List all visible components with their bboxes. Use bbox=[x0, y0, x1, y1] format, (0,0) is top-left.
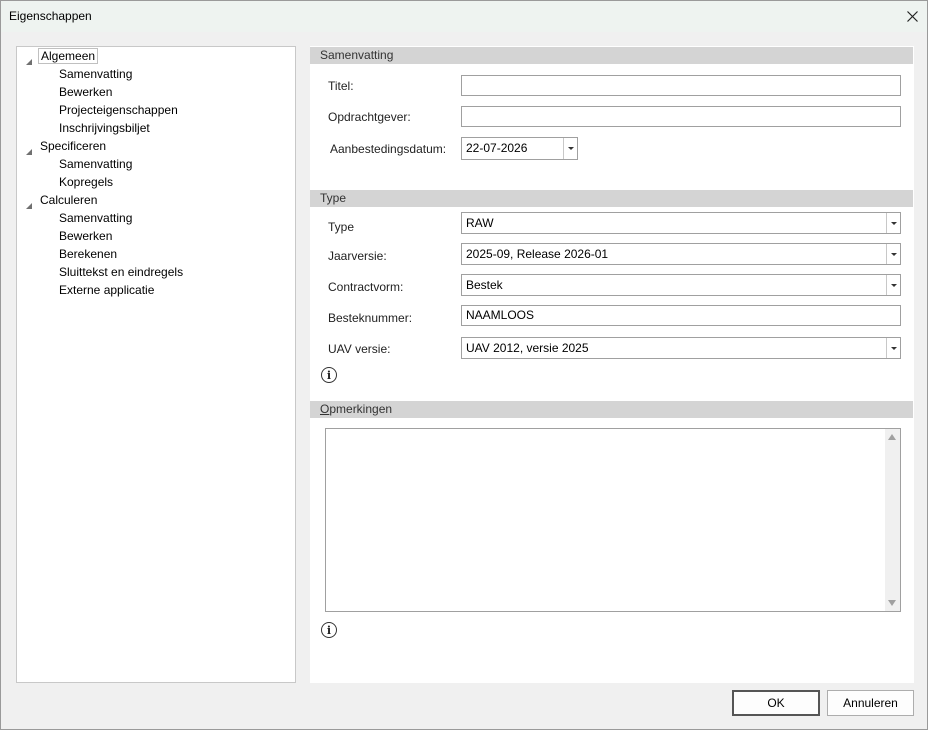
info-icon[interactable]: i bbox=[321, 622, 337, 638]
tree-item-bewerken[interactable]: Bewerken bbox=[59, 228, 112, 244]
type-label: Type bbox=[328, 220, 355, 234]
type-select[interactable]: RAW bbox=[461, 212, 901, 234]
close-button[interactable] bbox=[897, 1, 927, 32]
collapse-triangle-icon[interactable] bbox=[26, 203, 32, 209]
tree-item-externe-applicatie[interactable]: Externe applicatie bbox=[59, 282, 154, 298]
contractvorm-value: Bestek bbox=[466, 278, 503, 292]
tree-item-projecteigenschappen[interactable]: Projecteigenschappen bbox=[59, 102, 178, 118]
besteknummer-input[interactable]: NAAMLOOS bbox=[461, 305, 901, 326]
collapse-triangle-icon[interactable] bbox=[26, 59, 32, 65]
titel-label: Titel: bbox=[328, 79, 354, 93]
vertical-scrollbar[interactable] bbox=[885, 429, 900, 611]
collapse-triangle-icon[interactable] bbox=[26, 149, 32, 155]
navigation-tree: Algemeen Samenvatting Bewerken Projectei… bbox=[16, 46, 296, 683]
contractvorm-select[interactable]: Bestek bbox=[461, 274, 901, 296]
uav-versie-value: UAV 2012, versie 2025 bbox=[466, 341, 589, 355]
uav-versie-label: UAV versie: bbox=[328, 342, 391, 356]
opdrachtgever-input[interactable] bbox=[461, 106, 901, 127]
opdrachtgever-label: Opdrachtgever: bbox=[328, 110, 411, 124]
opmerkingen-textarea[interactable] bbox=[325, 428, 901, 612]
aanbestedingsdatum-picker[interactable]: 22-07-2026 bbox=[461, 137, 578, 160]
tree-node-algemeen[interactable]: Algemeen bbox=[38, 48, 99, 64]
section-header-samenvatting: Samenvatting bbox=[310, 47, 913, 64]
tree-item-samenvatting[interactable]: Samenvatting bbox=[59, 210, 132, 226]
dropdown-arrow-icon[interactable] bbox=[886, 275, 900, 295]
tree-item-sluittekst[interactable]: Sluittekst en eindregels bbox=[59, 264, 183, 280]
section-header-opmerkingen: Opmerkingen bbox=[310, 401, 913, 418]
tree-node-label: Algemeen bbox=[38, 48, 99, 64]
tree-item-bewerken[interactable]: Bewerken bbox=[59, 84, 112, 100]
dropdown-arrow-icon[interactable] bbox=[886, 213, 900, 233]
dropdown-arrow-icon[interactable] bbox=[886, 244, 900, 264]
scroll-up-icon[interactable] bbox=[888, 434, 896, 440]
tree-item-samenvatting[interactable]: Samenvatting bbox=[59, 156, 132, 172]
tree-node-calculeren[interactable]: Calculeren bbox=[40, 192, 97, 208]
tree-item-samenvatting[interactable]: Samenvatting bbox=[59, 66, 132, 82]
close-icon bbox=[906, 11, 918, 22]
ok-button[interactable]: OK bbox=[732, 690, 820, 716]
type-value: RAW bbox=[466, 216, 494, 230]
section-header-type: Type bbox=[310, 190, 913, 207]
properties-content: Samenvatting Titel: Opdrachtgever: Aanbe… bbox=[310, 46, 914, 683]
uav-versie-select[interactable]: UAV 2012, versie 2025 bbox=[461, 337, 901, 359]
properties-dialog: Eigenschappen Algemeen Samenvatting Bewe… bbox=[0, 0, 928, 730]
titel-input[interactable] bbox=[461, 75, 901, 96]
jaarversie-select[interactable]: 2025-09, Release 2026-01 bbox=[461, 243, 901, 265]
tree-item-kopregels[interactable]: Kopregels bbox=[59, 174, 113, 190]
dropdown-arrow-icon[interactable] bbox=[886, 338, 900, 358]
window-title: Eigenschappen bbox=[9, 9, 92, 23]
contractvorm-label: Contractvorm: bbox=[328, 280, 404, 294]
cancel-button[interactable]: Annuleren bbox=[827, 690, 914, 716]
tree-item-inschrijvingsbiljet[interactable]: Inschrijvingsbiljet bbox=[59, 120, 150, 136]
dropdown-arrow-icon[interactable] bbox=[563, 138, 577, 159]
aanbestedingsdatum-label: Aanbestedingsdatum: bbox=[330, 142, 447, 156]
jaarversie-label: Jaarversie: bbox=[328, 249, 387, 263]
tree-item-berekenen[interactable]: Berekenen bbox=[59, 246, 117, 262]
jaarversie-value: 2025-09, Release 2026-01 bbox=[466, 247, 609, 261]
date-value: 22-07-2026 bbox=[466, 141, 528, 155]
tree-node-specificeren[interactable]: Specificeren bbox=[40, 138, 106, 154]
scroll-down-icon[interactable] bbox=[888, 600, 896, 606]
info-icon[interactable]: i bbox=[321, 367, 337, 383]
besteknummer-label: Besteknummer: bbox=[328, 311, 413, 325]
title-bar: Eigenschappen bbox=[1, 1, 927, 32]
